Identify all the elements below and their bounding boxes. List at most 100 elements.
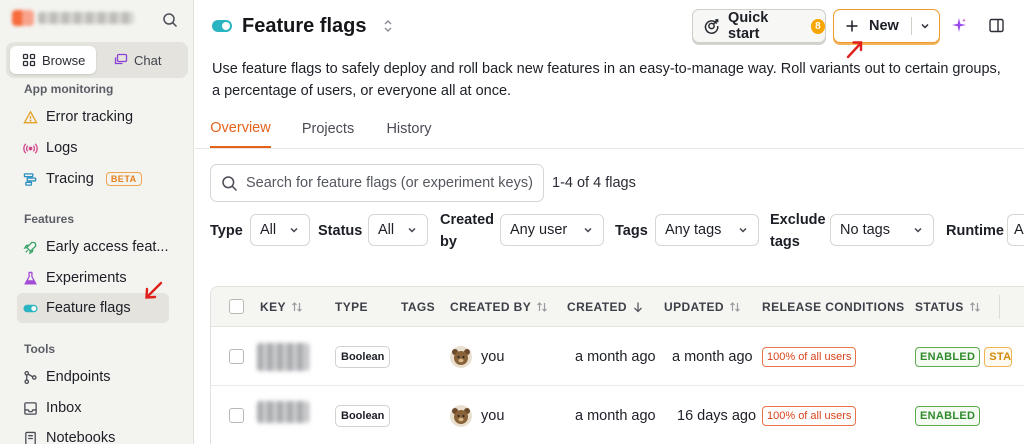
sidebar-brand-row bbox=[0, 0, 194, 40]
table-row[interactable]: Boolean you a month ago a month ago 100%… bbox=[211, 327, 1024, 386]
chevron-down-icon bbox=[290, 227, 298, 233]
search-field[interactable] bbox=[210, 164, 544, 202]
type-badge: Boolean bbox=[335, 404, 391, 427]
column-header-created-by[interactable]: CREATED BY bbox=[450, 287, 548, 327]
column-header-updated[interactable]: UPDATED bbox=[664, 287, 741, 327]
column-label: STATUS bbox=[915, 300, 964, 314]
flask-icon bbox=[24, 271, 37, 284]
column-header-type: TYPE bbox=[335, 300, 368, 314]
release-conditions-badge: 100% of all users bbox=[762, 405, 857, 426]
updated-cell: 16 days ago bbox=[677, 407, 757, 424]
filter-value: All bbox=[260, 222, 277, 238]
inbox-icon bbox=[24, 401, 37, 415]
filter-tags-select[interactable]: Any tags bbox=[655, 214, 759, 246]
filter-exclude-tags-select[interactable]: No tags bbox=[830, 214, 934, 246]
search-icon[interactable] bbox=[162, 12, 178, 28]
mode-switch: Browse Chat bbox=[6, 42, 188, 78]
created-cell: a month ago bbox=[575, 348, 656, 365]
sidebar-nav[interactable]: App monitoring Error tracking Logs Traci… bbox=[0, 80, 194, 444]
status-badge: ENABLED bbox=[915, 405, 981, 426]
sidebar: Browse Chat App monitoring Error trackin… bbox=[0, 0, 194, 444]
section-features: Features bbox=[24, 212, 75, 226]
sidebar-item-endpoints[interactable]: Endpoints bbox=[17, 362, 169, 392]
sidebar-item-error-tracking[interactable]: Error tracking bbox=[17, 102, 169, 132]
filter-created-by-label: Created by bbox=[440, 209, 494, 253]
table-header: KEY TYPE TAGS CREATED BY CREATED UPDATED… bbox=[211, 287, 1024, 327]
search-input[interactable] bbox=[246, 175, 536, 191]
sidebar-item-tracing[interactable]: Tracing BETA bbox=[17, 164, 169, 194]
chevron-down-icon bbox=[408, 227, 416, 233]
flag-key-redacted[interactable] bbox=[257, 386, 309, 444]
chevron-down-icon bbox=[584, 227, 592, 233]
column-header-key[interactable]: KEY bbox=[260, 287, 303, 327]
sidebar-item-label: Logs bbox=[46, 140, 78, 156]
label-line: Exclude bbox=[770, 212, 826, 228]
column-header-created[interactable]: CREATED bbox=[567, 287, 644, 327]
filter-runtime-label: Runtime bbox=[946, 223, 1004, 239]
release-conditions-badge: 100% of all users bbox=[762, 346, 857, 367]
filter-status-select[interactable]: All bbox=[368, 214, 428, 246]
endpoints-icon bbox=[24, 370, 37, 384]
redacted-text bbox=[257, 342, 309, 371]
type-badge: Boolean bbox=[335, 345, 391, 368]
filter-created-by-select[interactable]: Any user bbox=[500, 214, 604, 246]
toggle-icon bbox=[23, 304, 38, 312]
sidebar-item-notebooks[interactable]: Notebooks bbox=[17, 423, 169, 444]
sidebar-item-label: Feature flags bbox=[46, 300, 131, 316]
filter-value: Any user bbox=[510, 222, 568, 238]
filter-tags-label: Tags bbox=[615, 223, 648, 239]
chat-icon bbox=[114, 53, 128, 65]
column-header-tags: TAGS bbox=[401, 300, 436, 314]
sort-descending-icon bbox=[633, 302, 642, 313]
label-line: by bbox=[440, 234, 457, 250]
section-app-monitoring: App monitoring bbox=[24, 82, 114, 96]
results-count: 1-4 of 4 flags bbox=[552, 175, 636, 191]
row-checkbox[interactable] bbox=[229, 408, 244, 423]
column-label: KEY bbox=[260, 300, 286, 314]
column-label: CREATED bbox=[567, 300, 627, 314]
column-header-status[interactable]: STATUS bbox=[915, 287, 981, 327]
label-line: tags bbox=[770, 234, 800, 250]
sidebar-item-label: Tracing bbox=[46, 171, 94, 187]
org-name-redacted[interactable] bbox=[38, 12, 134, 24]
chat-mode-label: Chat bbox=[134, 52, 162, 68]
annotation-arrow bbox=[145, 281, 163, 299]
browse-mode-label: Browse bbox=[42, 52, 86, 68]
column-header-release-conditions: RELEASE CONDITIONS bbox=[762, 300, 905, 314]
org-logo[interactable] bbox=[12, 10, 34, 26]
chat-mode-button[interactable]: Chat bbox=[102, 46, 186, 74]
filter-value: Any tags bbox=[665, 222, 722, 238]
flag-key-redacted[interactable] bbox=[257, 327, 309, 386]
browse-mode-button[interactable]: Browse bbox=[10, 46, 96, 74]
column-label: CREATED BY bbox=[450, 300, 532, 314]
select-all-checkbox[interactable] bbox=[229, 299, 244, 314]
notebook-icon bbox=[25, 431, 36, 444]
sort-icon bbox=[537, 302, 548, 312]
row-checkbox[interactable] bbox=[229, 349, 244, 364]
table-row[interactable]: Boolean you a month ago 16 days ago 100%… bbox=[211, 386, 1024, 444]
sidebar-item-label: Early access feat... bbox=[46, 239, 169, 255]
created-cell: a month ago bbox=[575, 407, 656, 424]
updated-cell: a month ago bbox=[672, 348, 753, 365]
filter-value: No tags bbox=[840, 222, 890, 238]
sidebar-item-logs[interactable]: Logs bbox=[17, 133, 169, 163]
filter-value: All bbox=[378, 222, 395, 238]
stale-status-badge: STA bbox=[984, 346, 1013, 367]
sidebar-item-label: Error tracking bbox=[46, 109, 134, 125]
column-label: UPDATED bbox=[664, 300, 724, 314]
tracing-icon bbox=[23, 172, 37, 186]
filter-type-select[interactable]: All bbox=[250, 214, 310, 246]
broadcast-icon bbox=[23, 142, 38, 154]
chevron-down-icon bbox=[739, 227, 747, 233]
sidebar-item-inbox[interactable]: Inbox bbox=[17, 393, 169, 423]
flags-table: KEY TYPE TAGS CREATED BY CREATED UPDATED… bbox=[210, 286, 1024, 444]
sidebar-item-label: Inbox bbox=[46, 400, 82, 416]
search-icon bbox=[222, 175, 238, 191]
sidebar-item-label: Notebooks bbox=[46, 430, 116, 444]
chevron-down-icon bbox=[914, 227, 922, 233]
flags-list-area: 1-4 of 4 flags Type All Status All Creat… bbox=[195, 0, 1024, 444]
sidebar-item-early-access[interactable]: Early access feat... bbox=[17, 232, 169, 262]
filter-runtime-select[interactable]: A bbox=[1007, 214, 1024, 246]
rocket-icon bbox=[23, 241, 37, 255]
sort-icon bbox=[729, 302, 740, 312]
